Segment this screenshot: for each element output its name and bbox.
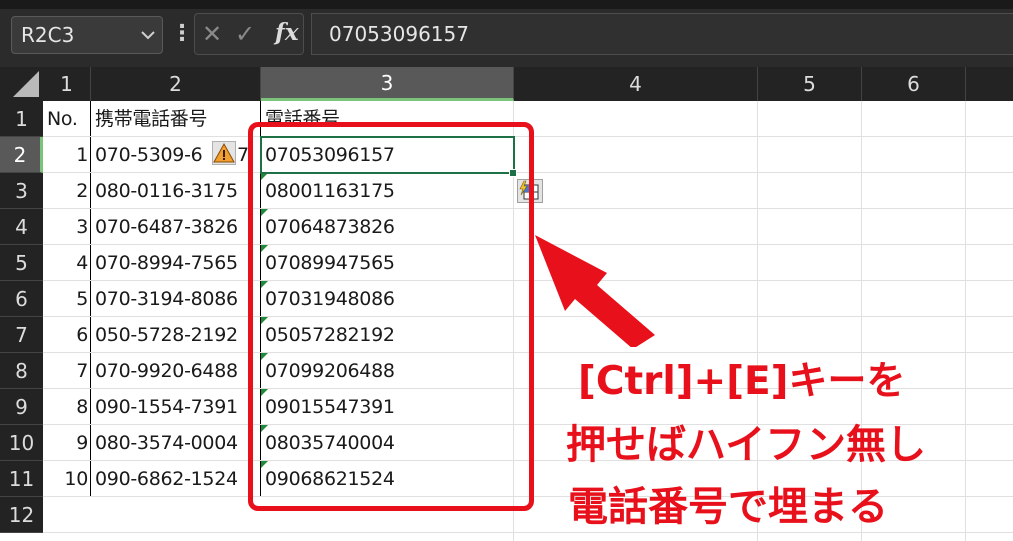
row-header-9[interactable]: 9 xyxy=(0,389,43,425)
name-box[interactable]: R2C3 xyxy=(11,16,163,54)
table-row-mobile[interactable]: 090-1554-7391 xyxy=(95,389,261,425)
callout-line-1: [Ctrl]+[E]キーを xyxy=(578,359,906,404)
formula-bar: R2C3 ⋮ ✕ ✓ fx 07053096157 xyxy=(0,0,1013,67)
table-row-no[interactable]: 7 xyxy=(43,353,88,389)
name-box-value: R2C3 xyxy=(21,23,75,47)
table-row-no[interactable]: 4 xyxy=(43,245,88,281)
column-header-7[interactable] xyxy=(966,67,1013,101)
column-header-6[interactable]: 6 xyxy=(862,67,966,101)
row-header-11[interactable]: 11 xyxy=(0,461,43,497)
table-row-mobile[interactable]: 080-3574-0004 xyxy=(95,425,261,461)
table-row-mobile[interactable]: 070-3194-8086 xyxy=(95,281,261,317)
row-header-7[interactable]: 7 xyxy=(0,317,43,353)
spreadsheet-grid: 1 2 3 4 5 6 1 2 3 4 5 6 7 8 9 10 11 12 No. 携帯電話番号 電話番… xyxy=(0,67,1013,541)
row-header-2[interactable]: 2 xyxy=(0,137,43,173)
highlight-box xyxy=(248,122,534,511)
table-row-no[interactable]: 8 xyxy=(43,389,88,425)
callout-arrow xyxy=(535,235,655,347)
column-header-4[interactable]: 4 xyxy=(514,67,758,101)
table-row-mobile[interactable]: 050-5728-2192 xyxy=(95,317,261,353)
table-row-mobile[interactable]: 070-9920-6488 xyxy=(95,353,261,389)
table-row-mobile[interactable]: 070-6487-3826 xyxy=(95,209,261,245)
more-options-icon[interactable]: ⋮ xyxy=(171,22,193,46)
ribbon-edge xyxy=(0,0,1013,9)
row-header-10[interactable]: 10 xyxy=(0,425,43,461)
column-header-1[interactable]: 1 xyxy=(43,67,91,101)
header-cell-no[interactable]: No. xyxy=(47,101,91,137)
table-row-no[interactable]: 9 xyxy=(43,425,88,461)
column-header-2[interactable]: 2 xyxy=(91,67,261,101)
header-cell-mobile[interactable]: 携帯電話番号 xyxy=(95,101,261,137)
table-row-mobile[interactable]: 070-5309-6 xyxy=(95,137,215,173)
row-header-12[interactable]: 12 xyxy=(0,497,43,533)
callout-line-3: 電話番号で埋まる xyxy=(568,484,888,530)
cancel-icon[interactable]: ✕ xyxy=(202,20,222,48)
table-row-mobile[interactable]: 070-8994-7565 xyxy=(95,245,261,281)
table-row-mobile[interactable]: 090-6862-1524 xyxy=(95,461,261,497)
table-row-no[interactable]: 3 xyxy=(43,209,88,245)
column-header-3[interactable]: 3 xyxy=(261,67,514,101)
row-header-6[interactable]: 6 xyxy=(0,281,43,317)
row-header-8[interactable]: 8 xyxy=(0,353,43,389)
callout-line-2: 押せばハイフン無し xyxy=(566,422,926,468)
table-row-mobile[interactable]: 080-0116-3175 xyxy=(95,173,261,209)
column-header-5[interactable]: 5 xyxy=(758,67,862,101)
select-all-button[interactable] xyxy=(0,67,43,101)
insert-function-icon[interactable]: fx xyxy=(275,19,299,46)
formula-input[interactable]: 07053096157 xyxy=(311,13,1013,55)
warning-icon[interactable] xyxy=(212,141,236,165)
row-header-3[interactable]: 3 xyxy=(0,173,43,209)
chevron-down-icon[interactable] xyxy=(140,17,156,66)
table-row-no[interactable]: 5 xyxy=(43,281,88,317)
table-row-no[interactable]: 1 xyxy=(43,137,88,173)
row-header-1[interactable]: 1 xyxy=(0,101,43,137)
row-header-5[interactable]: 5 xyxy=(0,245,43,281)
table-border xyxy=(90,101,91,497)
table-row-no[interactable]: 2 xyxy=(43,173,88,209)
formula-buttons: ✕ ✓ fx xyxy=(194,13,304,55)
row-header-4[interactable]: 4 xyxy=(0,209,43,245)
table-row-no[interactable]: 6 xyxy=(43,317,88,353)
table-row-no[interactable]: 10 xyxy=(43,461,88,497)
enter-icon[interactable]: ✓ xyxy=(235,20,255,48)
